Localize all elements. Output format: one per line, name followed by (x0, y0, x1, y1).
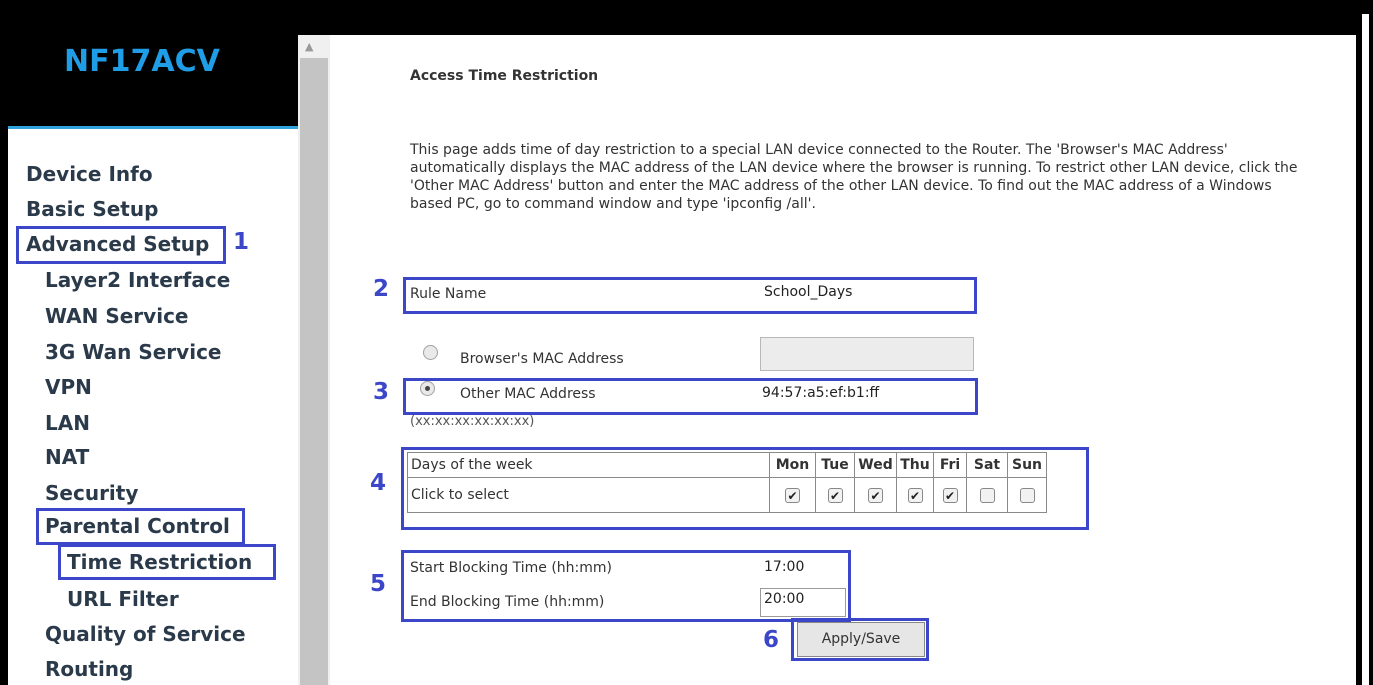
browser-mac-field (760, 337, 974, 371)
day-cell-thu: ✔ (896, 477, 934, 513)
days-header-label: Days of the week (407, 452, 770, 478)
sidebar-item-url-filter[interactable]: URL Filter (67, 587, 179, 611)
window-left-edge (0, 0, 8, 685)
sidebar-item-wan-service[interactable]: WAN Service (45, 304, 189, 328)
end-time-input[interactable]: 20:00 (760, 588, 846, 617)
day-cell-sat (966, 477, 1008, 513)
callout-number-2: 2 (373, 276, 390, 302)
day-cell-sun (1007, 477, 1047, 513)
sidebar-item-quality-of-service[interactable]: Quality of Service (45, 622, 246, 646)
callout-number-3: 3 (373, 379, 390, 405)
sidebar-item-routing[interactable]: Routing (45, 657, 133, 681)
callout-number-5: 5 (370, 571, 387, 597)
day-header-mon: Mon (769, 452, 816, 478)
day-header-fri: Fri (933, 452, 967, 478)
other-mac-label: Other MAC Address (460, 386, 596, 402)
other-mac-radio[interactable] (420, 381, 435, 396)
rule-name-input[interactable]: School_Days (760, 281, 972, 310)
scrollbar-thumb[interactable] (300, 58, 328, 685)
window-top-bar (0, 0, 1373, 35)
day-checkbox-tue[interactable]: ✔ (827, 487, 843, 503)
sidebar-item-3g-wan-service[interactable]: 3G Wan Service (45, 340, 221, 364)
sidebar-item-security[interactable]: Security (45, 481, 138, 505)
day-header-tue: Tue (815, 452, 855, 478)
rule-name-label: Rule Name (410, 286, 487, 302)
day-header-sat: Sat (966, 452, 1008, 478)
day-header-wed: Wed (854, 452, 897, 478)
day-cell-wed: ✔ (854, 477, 897, 513)
day-cell-mon: ✔ (769, 477, 816, 513)
day-cell-fri: ✔ (933, 477, 967, 513)
browser-mac-radio[interactable] (423, 345, 438, 360)
day-checkbox-sun[interactable] (1019, 487, 1035, 503)
day-header-sun: Sun (1007, 452, 1047, 478)
callout-number-6: 6 (763, 627, 780, 653)
day-checkbox-mon[interactable]: ✔ (785, 487, 800, 503)
end-time-label: End Blocking Time (hh:mm) (410, 594, 605, 610)
start-time-input[interactable]: 17:00 (760, 556, 846, 582)
day-checkbox-sat[interactable] (979, 487, 995, 503)
days-select-label: Click to select (407, 477, 770, 513)
sidebar-item-device-info[interactable]: Device Info (26, 162, 153, 186)
sidebar-item-lan[interactable]: LAN (45, 411, 90, 435)
highlight-advanced-setup (16, 226, 226, 264)
sidebar-item-vpn[interactable]: VPN (45, 375, 92, 399)
page-title: Access Time Restriction (410, 68, 599, 84)
callout-number-1: 1 (233, 229, 250, 255)
other-mac-input[interactable]: 94:57:a5:ef:b1:ff (758, 382, 971, 411)
day-checkbox-wed[interactable]: ✔ (868, 487, 883, 503)
start-time-label: Start Blocking Time (hh:mm) (410, 560, 612, 576)
day-header-thu: Thu (896, 452, 934, 478)
days-of-week-table: Days of the week Mon Tue Wed Thu Fri Sat… (407, 452, 1047, 513)
router-logo: NF17ACV (64, 44, 220, 79)
day-cell-tue: ✔ (815, 477, 855, 513)
window-right-inner (1362, 14, 1369, 685)
browser-mac-label: Browser's MAC Address (460, 351, 624, 367)
sidebar-item-basic-setup[interactable]: Basic Setup (26, 197, 158, 221)
highlight-time-restriction (58, 544, 276, 580)
days-header-row: Days of the week Mon Tue Wed Thu Fri Sat… (407, 452, 1047, 478)
day-checkbox-thu[interactable]: ✔ (907, 487, 923, 503)
apply-save-button[interactable]: Apply/Save (797, 622, 925, 657)
sidebar-item-layer2-interface[interactable]: Layer2 Interface (45, 268, 230, 292)
scroll-up-arrow-icon[interactable]: ▲ (305, 40, 313, 53)
day-checkbox-fri[interactable]: ✔ (942, 487, 958, 503)
highlight-parental-control (36, 508, 245, 545)
sidebar-item-nat[interactable]: NAT (45, 445, 89, 469)
days-select-row: Click to select ✔ ✔ ✔ ✔ ✔ (407, 477, 1047, 513)
mac-format-hint: (xx:xx:xx:xx:xx:xx) (410, 414, 535, 429)
callout-number-4: 4 (370, 470, 387, 496)
page-description: This page adds time of day restriction t… (410, 142, 1298, 212)
